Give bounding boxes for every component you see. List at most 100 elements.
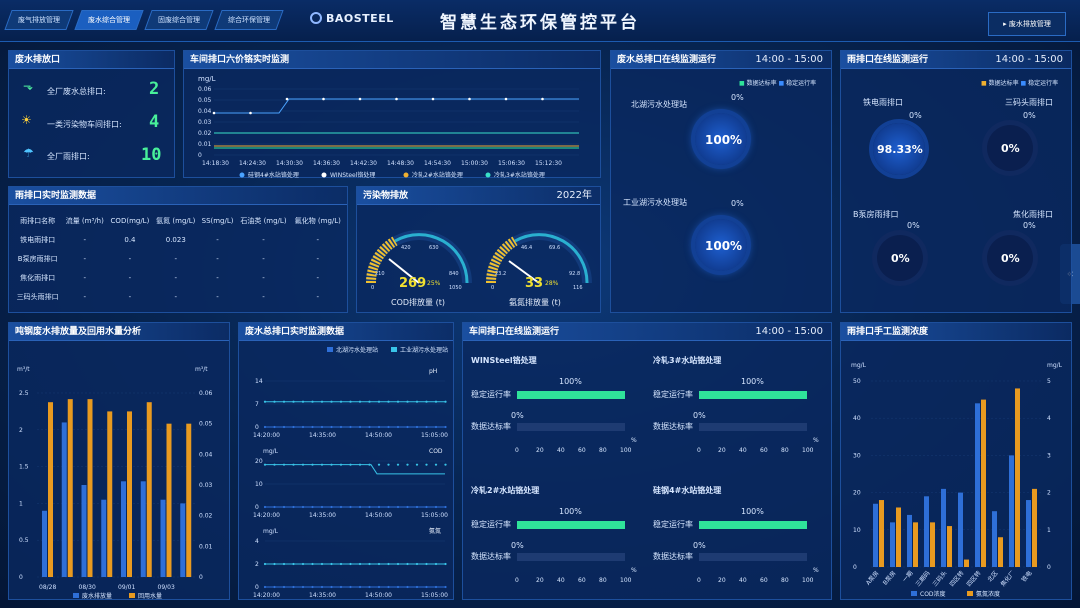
rain-online-title: 雨排口在线监测运行 14:00 - 15:00 <box>841 51 1071 69</box>
svg-text:46.4: 46.4 <box>521 245 532 251</box>
bar-cod <box>1009 455 1014 567</box>
data-point <box>387 505 390 509</box>
ws-data-track <box>517 423 625 431</box>
data-point <box>444 425 447 429</box>
total-online-title: 废水总排口在线监测运行 14:00 - 15:00 <box>611 51 831 69</box>
svg-text:mg/L: mg/L <box>851 362 867 369</box>
bar-reuse <box>166 423 172 577</box>
legend-marker <box>239 172 245 178</box>
y-tick-label: 50 <box>853 378 861 385</box>
rain-1-value: 98.33% <box>877 143 923 156</box>
legend-label: 冷轧2#水站铬处理 <box>412 171 463 179</box>
ws-x-tick: 80 <box>599 577 607 584</box>
data-point <box>406 505 409 509</box>
rain-3-value: 0% <box>891 252 910 265</box>
data-point <box>273 425 276 429</box>
ws-stable-value: 100% <box>559 377 582 386</box>
station-2-value: 100% <box>705 239 743 253</box>
svg-text:210: 210 <box>375 271 385 277</box>
svg-text:23.2: 23.2 <box>495 271 506 277</box>
data-point <box>396 425 400 429</box>
bar-discharge <box>101 499 107 577</box>
y-tick-label: 0 <box>255 424 259 431</box>
data-point <box>368 505 371 509</box>
bar-reuse <box>127 411 132 577</box>
rain-online-legend: ■ 数据达标率 ■ 稳定运行率 <box>981 80 1059 87</box>
table-cell: - <box>174 273 178 282</box>
data-point <box>468 97 471 101</box>
ws-item-name: WINSteel铬处理 <box>471 356 537 365</box>
data-point <box>434 585 438 589</box>
bar-nh3 <box>964 559 969 567</box>
ws-stable-label: 稳定运行率 <box>653 390 693 399</box>
data-point <box>358 562 362 566</box>
legend-label: 废水排放量 <box>82 592 112 599</box>
ws-stable-fill <box>517 521 625 529</box>
tab-waste-gas[interactable]: 废气排放管理 <box>4 10 74 30</box>
ws-unit: % <box>813 567 819 574</box>
table-cell: 三码头雨排口 <box>16 292 59 301</box>
y2-tick-label: 0.05 <box>199 421 213 428</box>
y2-tick-label: 2 <box>1047 490 1051 497</box>
gauges: 210 420 630 840 0 1050 269 25% COD排放量 (t… <box>365 230 592 307</box>
data-point <box>301 400 305 403</box>
legend-marker <box>129 593 135 598</box>
bar-reuse <box>67 399 73 577</box>
total-outlet-icon: ⬎ <box>23 79 34 93</box>
svg-text:北湖污水处理站: 北湖污水处理站 <box>336 346 378 354</box>
total-rt-panel: 废水总排口实时监测数据 北湖污水处理站 工业湖污水处理站 pH 14 7 0 14:20… <box>238 322 454 600</box>
data-point <box>330 463 333 466</box>
table-row: 三码头雨排口 - - - - - - <box>13 287 345 306</box>
data-point <box>415 463 419 466</box>
data-point <box>415 425 419 429</box>
data-point <box>285 97 289 101</box>
data-point <box>396 505 400 509</box>
ws-x-tick: 20 <box>536 577 544 584</box>
bar-cod <box>873 503 878 567</box>
manual-chart: mg/L mg/L 50403020100543210A泵房 B泵房 一期 三期码 三码… <box>851 362 1063 598</box>
tab-waste-water[interactable]: 废水综合管理 <box>74 10 144 30</box>
table-cell: - <box>216 254 219 263</box>
y2-tick-label: 0.02 <box>199 513 213 520</box>
station-1-value: 100% <box>705 133 743 147</box>
pollutant-panel: 污染物排放 2022年 210 420 630 840 0 1050 269 25… <box>356 186 601 313</box>
bar-discharge <box>42 510 47 577</box>
x-tick-label: 14:50:00 <box>365 432 392 439</box>
data-point <box>444 585 447 589</box>
y2-tick-label: 0.06 <box>199 390 213 397</box>
x-tick-label: 14:20:00 <box>253 592 280 599</box>
svg-text:mg/L: mg/L <box>1047 362 1063 369</box>
svg-text:m³/t: m³/t <box>195 366 208 373</box>
data-point <box>434 505 438 509</box>
rain-3-name: B泵房雨排口 <box>853 210 899 219</box>
data-point <box>339 400 343 403</box>
ws-x-tick: 20 <box>536 447 544 454</box>
data-point <box>387 585 390 589</box>
tab-environment[interactable]: 综合环保管理 <box>214 10 284 30</box>
tab-solid-waste[interactable]: 固废综合管理 <box>144 10 214 30</box>
ws-x-tick: 40 <box>557 447 565 454</box>
legend-label: 回用水量 <box>138 592 162 599</box>
table-cell: 0.023 <box>165 235 186 244</box>
rain-online-panel: 雨排口在线监测运行 14:00 - 15:00 ■ 数据达标率 ■ 稳定运行率 铁… <box>840 50 1072 313</box>
ws-x-tick: 0 <box>697 447 701 454</box>
data-point <box>434 562 438 566</box>
bar-discharge <box>180 503 186 577</box>
svg-text:630: 630 <box>429 245 439 251</box>
ws-x-tick: 100 <box>802 577 814 584</box>
outlet-label-1: 全厂废水总排口: <box>47 87 106 96</box>
ws-x-tick: 80 <box>599 447 607 454</box>
y-tick-label: 7 <box>255 401 259 408</box>
legend-label: 硅钢4#水站铬处理 <box>248 171 299 179</box>
y-tick-label: 0.06 <box>198 86 212 93</box>
x-tick-label: 14:50:00 <box>365 512 392 519</box>
x-tick-label: 09/01 <box>118 584 135 591</box>
ws-stable-label: 稳定运行率 <box>471 520 511 529</box>
x-tick-label: 14:35:00 <box>309 432 336 439</box>
data-point <box>320 425 324 429</box>
ws-x-tick: 20 <box>718 577 726 584</box>
ws-data-value: 0% <box>693 411 706 420</box>
y-tick-label: 0.5 <box>19 537 29 544</box>
bar-discharge <box>81 485 87 577</box>
wastewater-button[interactable]: ▸ 废水排放管理 <box>988 12 1066 36</box>
